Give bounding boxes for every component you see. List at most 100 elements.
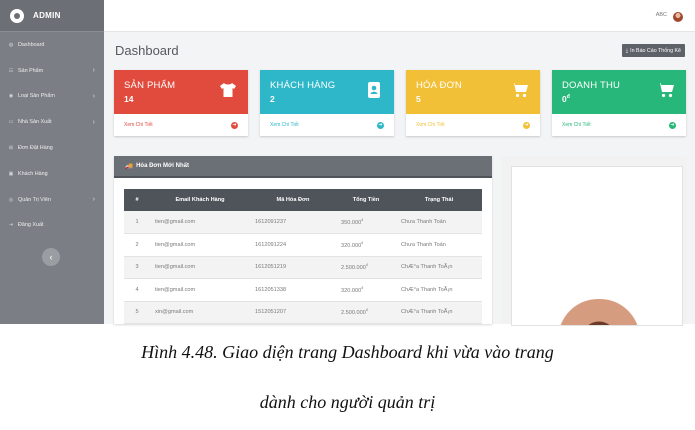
stat-card-header: SẢN PHẨM 14 <box>114 70 248 114</box>
arrow-right-icon[interactable]: ➜ <box>377 121 384 129</box>
report-button-label: In Báo Cáo Thống Kê <box>630 47 681 54</box>
col-header: Email Khách Hàng <box>150 189 250 211</box>
chevron-right-icon: › <box>92 118 95 126</box>
table-row[interactable]: 5 xin@gmail.com 1512051207 2.500.000đ ChÆ°a … <box>124 301 482 324</box>
row-number: 3 <box>124 256 150 279</box>
table-row[interactable]: 1 tien@gmail.com 1612091237 350.000đ Chưa Th… <box>124 211 482 234</box>
cart-icon <box>510 80 530 100</box>
stat-card-header: KHÁCH HÀNG 2 <box>260 70 394 114</box>
sidebar-item[interactable]: ▭ Nhà Sản Xuất › <box>0 109 104 135</box>
brand-name: ADMIN <box>33 11 61 20</box>
invoice-total: 350.000đ <box>336 211 396 234</box>
sidebar-item[interactable]: ⊞ Đơn Đặt Hàng <box>0 135 104 161</box>
chevron-right-icon: › <box>92 92 95 100</box>
sidebar-item[interactable]: ◉ Loại Sản Phẩm › <box>0 84 104 110</box>
sidebar-item-label: Dashboard <box>18 41 45 48</box>
sidebar-item-label: Loại Sản Phẩm <box>18 93 55 100</box>
row-number: 1 <box>124 211 150 234</box>
sidebar-item-label: Quản Trị Viên <box>18 196 51 203</box>
invoice-code: 1612091224 <box>250 233 336 257</box>
table-row[interactable]: 4 tien@gmail.com 1612051338 320.000đ ChÆ°a T… <box>124 278 482 302</box>
figure-caption-line2: dành cho người quản trị <box>259 392 436 412</box>
table-header-row: # Email Khách Hàng Mã Hóa Đơn Tổng Tiền … <box>124 189 482 211</box>
avatar[interactable] <box>673 12 683 22</box>
sidebar-nav: ◍ Dashboard ☷ Sản Phẩm › ◉ Loại Sản Phẩm › ▭ Nhà … <box>0 32 104 238</box>
stat-card-footer[interactable]: Xem Chi Tiết ➜ <box>114 114 248 136</box>
sidebar: ADMIN ◍ Dashboard ☷ Sản Phẩm › ◉ Loại Sản Phẩm… <box>0 0 104 324</box>
sidebar-item[interactable]: ▣ Khách Hàng <box>0 161 104 187</box>
invoice-status: Chưa Thanh Toán <box>396 233 482 257</box>
main-content: Dashboard ⤓ In Báo Cáo Thống Kê SẢN PHẨM… <box>104 32 695 326</box>
dashboard-icon: ◍ <box>8 41 14 48</box>
view-details-link[interactable]: Xem Chi Tiết <box>562 122 591 128</box>
sidebar-collapse-button[interactable]: ‹ <box>42 248 60 266</box>
stat-card-value: 0đ <box>562 94 570 104</box>
user-name[interactable]: ABC <box>656 12 667 18</box>
report-button[interactable]: ⤓ In Báo Cáo Thống Kê <box>621 44 685 57</box>
brand-logo-icon <box>10 8 24 23</box>
brand[interactable]: ADMIN <box>0 0 104 32</box>
sidebar-item[interactable]: ⇥ Đăng Xuất <box>0 213 104 239</box>
panel-title: Hóa Đơn Mới Nhất <box>136 163 189 169</box>
view-details-link[interactable]: Xem Chi Tiết <box>270 122 299 128</box>
table-row[interactable]: 3 tien@gmail.com 1612051219 2.500.000đ ChÆ°a… <box>124 256 482 279</box>
col-header: # <box>124 189 150 211</box>
invoice-status: ChÆ°a Thanh ToÃ¡n <box>396 278 482 302</box>
stat-card-value: 5 <box>416 94 421 104</box>
panel-header: 🚚 Hóa Đơn Mới Nhất <box>114 156 492 178</box>
invoice-code: 1612051219 <box>250 256 336 279</box>
sidebar-item-label: Đăng Xuất <box>18 222 44 229</box>
categories-icon: ◉ <box>8 93 14 100</box>
manufacturer-icon: ▭ <box>8 119 14 126</box>
stat-card-title: HÓA ĐƠN <box>416 80 462 91</box>
invoice-total: 320.000đ <box>336 233 396 257</box>
invoice-status: ChÆ°a Thanh ToÃ¡n <box>396 301 482 324</box>
view-details-link[interactable]: Xem Chi Tiết <box>124 122 153 128</box>
sidebar-item-label: Đơn Đặt Hàng <box>18 145 53 152</box>
customer-email: tien@gmail.com <box>150 233 250 257</box>
invoice-total: 320.000đ <box>336 278 396 302</box>
customers-icon: ▣ <box>8 170 14 177</box>
chevron-right-icon: › <box>92 196 95 204</box>
invoice-status: Chưa Thanh Toán <box>396 211 482 234</box>
arrow-right-icon[interactable]: ➜ <box>523 121 530 129</box>
contact-card-icon <box>364 80 384 100</box>
sidebar-item[interactable]: ◎ Quản Trị Viên › <box>0 187 104 213</box>
invoice-status: ChÆ°a Thanh ToÃ¡n <box>396 256 482 279</box>
row-number: 4 <box>124 278 150 302</box>
sidebar-item-label: Khách Hàng <box>18 170 48 177</box>
stat-card-title: DOANH THU <box>562 80 621 91</box>
col-header: Trạng Thái <box>396 189 482 211</box>
stat-card-header: HÓA ĐƠN 5 <box>406 70 540 114</box>
truck-icon: 🚚 <box>125 163 134 170</box>
stat-card-title: KHÁCH HÀNG <box>270 80 336 91</box>
arrow-right-icon[interactable]: ➜ <box>231 121 238 129</box>
stat-card-value: 2 <box>270 94 275 104</box>
customer-email: tien@gmail.com <box>150 211 250 234</box>
sidebar-item[interactable]: ◍ Dashboard <box>0 32 104 58</box>
sidebar-item-label: Sản Phẩm <box>18 67 44 74</box>
stat-card: SẢN PHẨM 14 Xem Chi Tiết ➜ <box>114 70 248 136</box>
cart-icon: ⊞ <box>8 145 14 152</box>
shirt-icon <box>218 80 238 100</box>
table-row[interactable]: 2 tien@gmail.com 1612091224 320.000đ Chưa Th… <box>124 233 482 257</box>
stat-card: HÓA ĐƠN 5 Xem Chi Tiết ➜ <box>406 70 540 136</box>
page-title: Dashboard <box>115 43 179 58</box>
sidebar-item[interactable]: ☷ Sản Phẩm › <box>0 58 104 84</box>
stat-card: DOANH THU 0đ Xem Chi Tiết ➜ <box>552 70 686 136</box>
profile-illustration <box>558 299 640 325</box>
orders-table: # Email Khách Hàng Mã Hóa Đơn Tổng Tiền … <box>124 189 482 324</box>
stat-card-footer[interactable]: Xem Chi Tiết ➜ <box>406 114 540 136</box>
download-icon: ⤓ <box>625 47 629 54</box>
customer-email: tien@gmail.com <box>150 278 250 302</box>
stat-card-value: 14 <box>124 94 134 104</box>
row-number: 5 <box>124 301 150 324</box>
stat-card-footer[interactable]: Xem Chi Tiết ➜ <box>260 114 394 136</box>
view-details-link[interactable]: Xem Chi Tiết <box>416 122 445 128</box>
chevron-right-icon: › <box>92 67 95 75</box>
admins-icon: ◎ <box>8 196 14 203</box>
side-panel <box>501 156 687 326</box>
arrow-right-icon[interactable]: ➜ <box>669 121 676 129</box>
sidebar-item-label: Nhà Sản Xuất <box>18 119 52 126</box>
stat-card-footer[interactable]: Xem Chi Tiết ➜ <box>552 114 686 136</box>
